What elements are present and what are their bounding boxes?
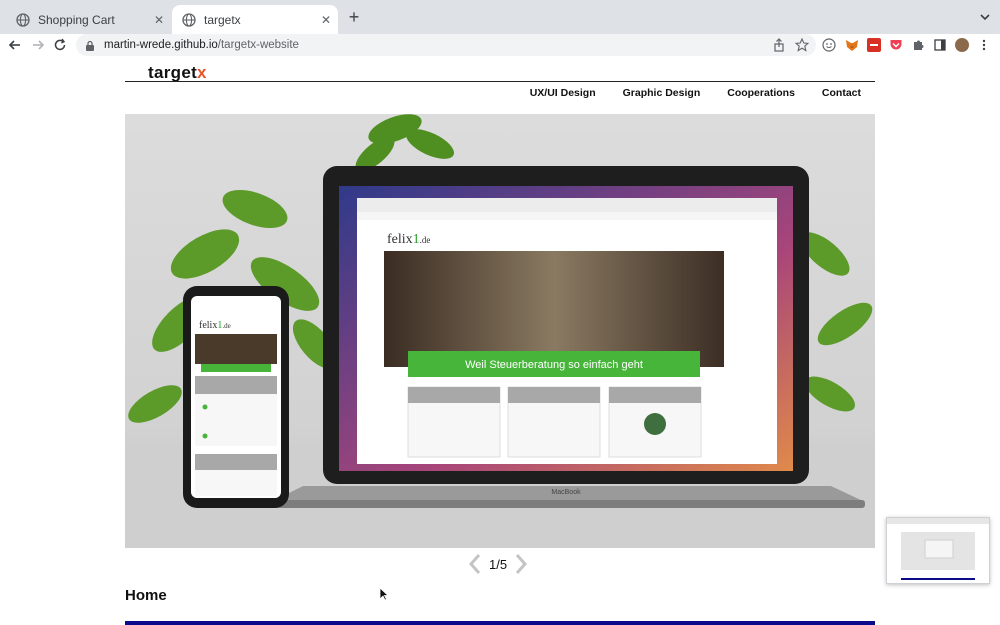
browser-tab-strip: Shopping Cart ✕ targetx ✕ + [0, 0, 1000, 34]
nav-item-contact[interactable]: Contact [822, 87, 861, 99]
share-icon[interactable] [772, 38, 786, 52]
section-title: Home [125, 587, 167, 604]
browser-toolbar: martin-wrede.github.io/targetx-website [0, 34, 1000, 56]
logo-text: target [148, 63, 198, 82]
laptop-banner-text: Weil Steuerberatung so einfach geht [465, 359, 643, 371]
chevron-left-icon[interactable] [467, 553, 483, 575]
laptop-brand-text: MacBook [551, 489, 581, 496]
new-tab-button[interactable]: + [345, 8, 363, 27]
close-tab-icon[interactable]: ✕ [318, 12, 334, 28]
svg-text:felix1.de: felix1.de [199, 320, 231, 331]
slide-counter: 1/5 [489, 556, 508, 572]
back-arrow-icon[interactable] [7, 37, 23, 53]
globe-icon [182, 12, 196, 27]
nav-item-ux-ui-design[interactable]: UX/UI Design [530, 87, 596, 99]
close-tab-icon[interactable]: ✕ [151, 12, 167, 28]
nav-item-graphic-design[interactable]: Graphic Design [623, 87, 701, 99]
hero-mockup-illustration: felix1.de Weil Steuerberatung so einfach… [125, 114, 875, 548]
side-panel-icon[interactable] [933, 38, 947, 52]
mouse-cursor-icon [379, 587, 390, 601]
phone-mockup: felix1.de [183, 286, 289, 508]
tab-targetx[interactable]: targetx ✕ [172, 5, 338, 34]
header-divider [125, 81, 875, 82]
screenshot-thumbnail-preview[interactable] [886, 517, 990, 584]
nav-item-cooperations[interactable]: Cooperations [727, 87, 795, 99]
lock-icon[interactable] [84, 39, 96, 51]
globe-icon [16, 12, 30, 27]
main-nav: UX/UI Design Graphic Design Cooperations… [530, 87, 861, 99]
logo-accent: x [197, 63, 207, 82]
extension-red-icon[interactable] [867, 38, 881, 52]
laptop-mockup: felix1.de Weil Steuerberatung so einfach… [271, 166, 865, 508]
forward-arrow-icon[interactable] [30, 37, 46, 53]
site-logo[interactable]: targetx [148, 63, 207, 83]
puzzle-extensions-icon[interactable] [911, 38, 925, 52]
content-bar [125, 621, 875, 625]
url-text: martin-wrede.github.io/targetx-website [104, 39, 299, 51]
reload-icon[interactable] [52, 37, 68, 53]
tab-title: Shopping Cart [38, 12, 115, 27]
url-path: /targetx-website [217, 39, 299, 51]
url-host: martin-wrede.github.io [104, 39, 218, 51]
pocket-icon[interactable] [889, 38, 903, 52]
kebab-menu-icon[interactable] [977, 38, 991, 52]
svg-text:felix1.de: felix1.de [387, 232, 430, 247]
profile-avatar[interactable] [955, 38, 969, 52]
metamask-fox-icon[interactable] [845, 38, 859, 52]
tab-title: targetx [204, 12, 241, 27]
bookmark-star-icon[interactable] [794, 37, 810, 52]
tab-shopping-cart[interactable]: Shopping Cart ✕ [6, 5, 171, 34]
slideshow-pager: 1/5 [467, 553, 529, 575]
web-page: targetx UX/UI Design Graphic Design Coop… [0, 56, 1000, 625]
extension-smile-icon[interactable] [822, 38, 836, 52]
hero-slideshow-image: felix1.de Weil Steuerberatung so einfach… [125, 114, 875, 548]
chevron-down-icon[interactable] [978, 10, 992, 24]
chevron-right-icon[interactable] [513, 553, 529, 575]
address-bar[interactable]: martin-wrede.github.io/targetx-website [76, 34, 816, 56]
